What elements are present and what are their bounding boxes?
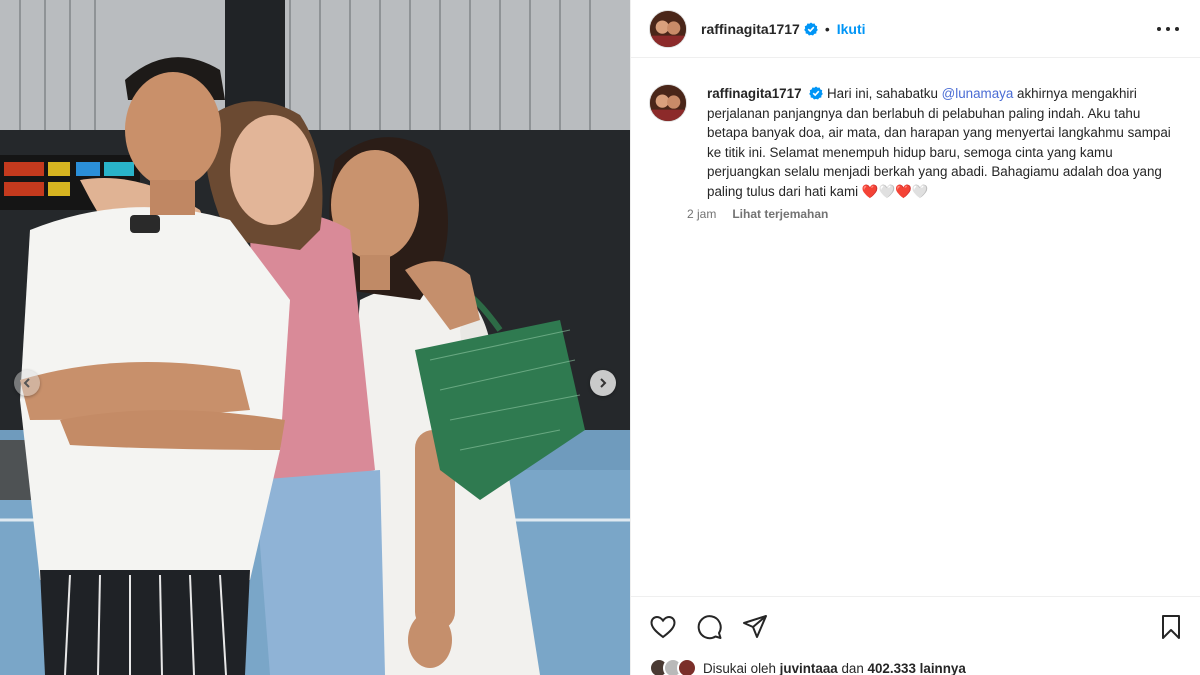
previous-image-button[interactable]: [14, 370, 40, 396]
post-time: 2 jam: [687, 207, 717, 221]
profile-picture: [650, 10, 686, 47]
heart-outline-icon: [650, 615, 676, 639]
likes-text: Disukai oleh juvintaaa dan 402.333 lainn…: [703, 661, 966, 675]
mention-link[interactable]: @lunamaya: [942, 86, 1014, 101]
share-button[interactable]: [741, 613, 769, 641]
liker-avatar: [677, 658, 697, 675]
caption-text-start: Hari ini, sahabatku: [827, 86, 942, 101]
likes-count[interactable]: 402.333: [868, 661, 916, 675]
comment-button[interactable]: [695, 613, 723, 641]
post-photo: [0, 0, 630, 675]
separator-dot: •: [824, 20, 830, 37]
paper-plane-icon: [743, 615, 767, 638]
caption-text: raffinagita1717 Hari ini, sahabatku @lun…: [707, 84, 1177, 201]
verified-badge-icon: [804, 22, 818, 35]
see-translation-link[interactable]: Lihat terjemahan: [732, 207, 828, 221]
more-dot-icon: [1166, 27, 1170, 31]
save-button[interactable]: [1157, 613, 1185, 641]
comment-bubble-icon: [697, 615, 722, 640]
caption-username[interactable]: raffinagita1717: [707, 86, 802, 101]
caption-block: raffinagita1717 Hari ini, sahabatku @lun…: [649, 84, 1189, 221]
next-image-button[interactable]: [590, 370, 616, 396]
chevron-left-icon: [23, 378, 30, 388]
likes-middle: dan: [837, 660, 868, 675]
post-side-panel: raffinagita1717 • Ikuti raffinagita1717: [630, 0, 1200, 675]
bookmark-icon: [1162, 615, 1180, 639]
profile-picture: [650, 85, 686, 121]
action-bar: [631, 596, 1200, 656]
avatar[interactable]: [649, 9, 687, 48]
liker-username[interactable]: juvintaaa: [780, 661, 838, 675]
likes-prefix: Disukai oleh: [703, 660, 780, 675]
likes-suffix[interactable]: lainnya: [916, 661, 966, 675]
more-options-button[interactable]: [1157, 20, 1179, 38]
follow-button[interactable]: Ikuti: [837, 21, 866, 37]
verified-badge-icon: [809, 86, 824, 100]
more-dot-icon: [1175, 27, 1179, 31]
post-media[interactable]: [0, 0, 630, 675]
caption-meta: 2 jam Lihat terjemahan: [687, 207, 1177, 221]
chevron-right-icon: [600, 378, 607, 388]
post-author-username[interactable]: raffinagita1717: [701, 21, 800, 37]
more-dot-icon: [1157, 27, 1161, 31]
avatar[interactable]: [649, 84, 687, 122]
caption-emoji: ❤️🤍❤️🤍: [861, 183, 929, 199]
caption-text-body: akhirnya mengakhiri perjalanan panjangny…: [707, 86, 1171, 199]
likes-summary[interactable]: Disukai oleh juvintaaa dan 402.333 lainn…: [649, 656, 966, 675]
like-button[interactable]: [649, 613, 677, 641]
post-header: raffinagita1717 • Ikuti: [631, 0, 1200, 58]
